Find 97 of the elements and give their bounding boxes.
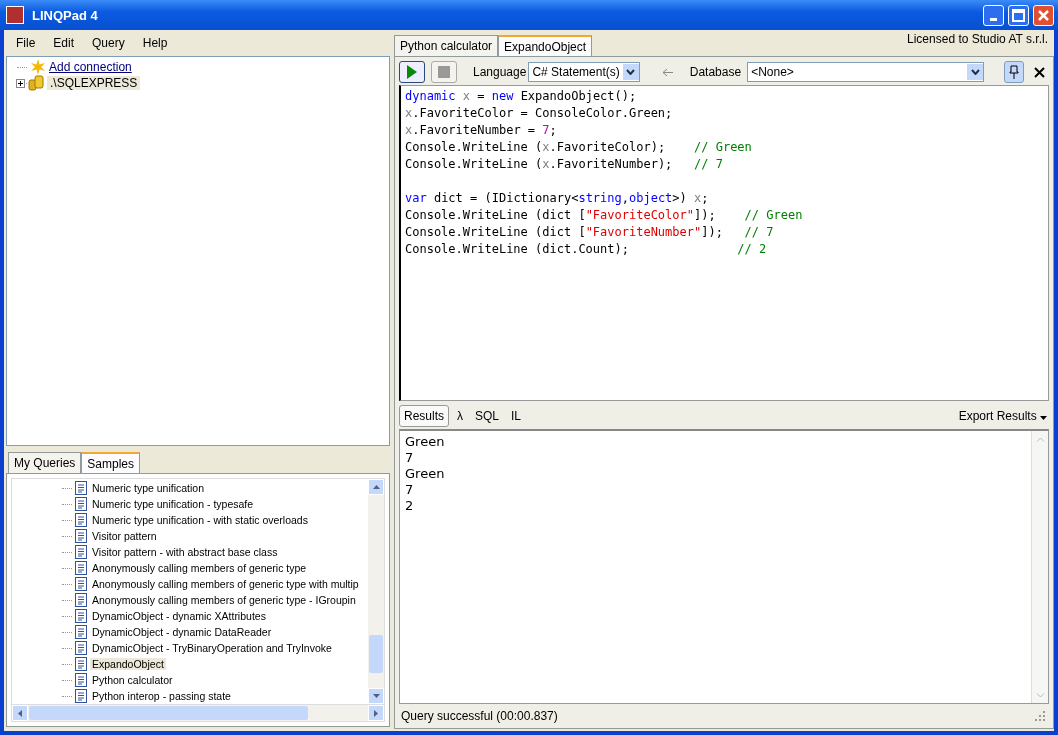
document-icon xyxy=(75,497,87,511)
document-icon xyxy=(75,577,87,591)
code-line: dynamic x = new ExpandoObject(); xyxy=(405,88,638,105)
result-line: 7 xyxy=(405,482,415,498)
result-line: 7 xyxy=(405,450,415,466)
query-tab[interactable]: Python calculator xyxy=(394,35,499,56)
results-tab[interactable]: λ xyxy=(453,406,467,426)
database-icon xyxy=(28,75,44,91)
tree-item[interactable]: Numeric type unification - with static overloads xyxy=(90,514,310,526)
code-line: x.FavoriteColor = ConsoleColor.Green; xyxy=(405,105,674,122)
document-icon xyxy=(75,657,87,671)
pin-button[interactable] xyxy=(1004,61,1024,83)
play-icon xyxy=(406,64,418,80)
results-tab[interactable]: IL xyxy=(507,406,526,426)
tree-item[interactable]: Visitor pattern - with abstract base class xyxy=(90,546,280,558)
expand-icon[interactable] xyxy=(16,78,25,88)
tree-item[interactable]: Python interop - passing state xyxy=(90,690,233,702)
result-line: 2 xyxy=(405,498,415,514)
document-icon xyxy=(75,689,87,703)
code-line: Console.WriteLine (dict.Count); // 2 xyxy=(405,241,768,258)
close-icon xyxy=(1038,9,1049,21)
horizontal-scrollbar[interactable] xyxy=(11,704,385,722)
tab[interactable]: Samples xyxy=(81,452,141,474)
code-line: Console.WriteLine (x.FavoriteColor); // Green xyxy=(405,139,753,156)
caret-icon xyxy=(1040,416,1047,420)
tab[interactable]: My Queries xyxy=(8,452,82,473)
caret-icon xyxy=(626,69,636,75)
tree-item[interactable]: Python calculator xyxy=(90,674,175,686)
document-icon xyxy=(75,481,87,495)
query-tab[interactable]: ExpandoObject xyxy=(498,35,593,57)
status-text: Query successful (00:00.837) xyxy=(401,709,558,723)
pin-icon xyxy=(1009,65,1019,79)
minimize-icon xyxy=(990,17,997,21)
run-button[interactable] xyxy=(399,61,425,83)
tree-item[interactable]: Anonymously calling members of generic type - IGroupin xyxy=(90,594,358,606)
code-editor[interactable] xyxy=(399,85,1049,401)
scroll-up-icon xyxy=(372,485,380,489)
language-label: Language xyxy=(473,65,527,79)
caret-icon xyxy=(970,69,980,75)
minimize-button[interactable] xyxy=(983,4,1004,26)
vertical-scrollbar[interactable] xyxy=(368,479,384,704)
tree-item[interactable]: Visitor pattern xyxy=(90,530,159,542)
language-dropdown[interactable]: C# Statement(s) xyxy=(528,62,640,82)
license-text: Licensed to Studio AT s.r.l. xyxy=(906,32,1049,48)
scroll-up-icon xyxy=(1035,436,1045,442)
menu-item[interactable]: Edit xyxy=(45,34,83,52)
database-dropdown[interactable]: <None> xyxy=(747,62,984,82)
code-line: Console.WriteLine (x.FavoriteNumber); // 7 xyxy=(405,156,724,173)
document-icon xyxy=(75,673,87,687)
menu-item[interactable]: Query xyxy=(84,34,133,52)
result-line: Green xyxy=(405,466,446,482)
menu-item[interactable]: Help xyxy=(134,34,176,52)
scroll-down-icon xyxy=(372,694,380,698)
tree-item[interactable]: DynamicObject - dynamic DataReader xyxy=(90,626,274,638)
close-icon xyxy=(1034,66,1045,78)
window-title: LINQPad 4 xyxy=(32,7,98,23)
document-icon xyxy=(75,625,87,639)
document-icon xyxy=(75,513,87,527)
tree-item[interactable]: Anonymously calling members of generic type with multip xyxy=(90,578,361,590)
scroll-left-icon xyxy=(18,709,22,717)
document-icon xyxy=(75,561,87,575)
results-tab[interactable]: Results xyxy=(399,405,449,427)
document-icon xyxy=(75,529,87,543)
result-line: Green xyxy=(405,434,446,450)
code-line: x.FavoriteNumber = 7; xyxy=(405,122,558,139)
vertical-scrollbar[interactable] xyxy=(1031,431,1048,703)
tree-item[interactable]: Numeric type unification xyxy=(90,482,207,494)
code-line: var dict = (IDictionary<string,object>) x; xyxy=(405,190,710,207)
export-results-button[interactable]: Export Results xyxy=(958,409,1049,423)
document-icon xyxy=(75,641,87,655)
tree-item[interactable]: Anonymously calling members of generic type xyxy=(90,562,309,574)
document-icon xyxy=(75,545,87,559)
scroll-down-icon xyxy=(1035,692,1045,698)
star-icon xyxy=(30,59,46,75)
tree-item[interactable]: Numeric type unification - typesafe xyxy=(90,498,256,510)
stop-button[interactable] xyxy=(431,61,457,83)
maximize-button[interactable] xyxy=(1008,4,1029,26)
results-tab[interactable]: SQL xyxy=(471,406,504,426)
tree-item[interactable]: ExpandoObject xyxy=(90,658,166,670)
scroll-thumb[interactable] xyxy=(29,706,308,720)
database-label: Database xyxy=(689,65,742,79)
tree-item[interactable]: .\SQLEXPRESS xyxy=(47,76,141,90)
resize-grip-icon xyxy=(1035,711,1045,721)
scroll-right-icon xyxy=(374,709,378,717)
arrow-left-icon xyxy=(661,67,674,77)
close-button[interactable] xyxy=(1033,4,1054,26)
scroll-thumb[interactable] xyxy=(369,635,383,673)
stop-icon xyxy=(438,66,450,78)
code-line: Console.WriteLine (dict ["FavoriteColor"]); // Green xyxy=(405,207,804,224)
code-line: Console.WriteLine (dict ["FavoriteNumber"]); // 7 xyxy=(405,224,775,241)
tree-item[interactable]: DynamicObject - TryBinaryOperation and TryInvoke xyxy=(90,642,334,654)
add-connection-link[interactable]: Add connection xyxy=(49,60,132,74)
document-icon xyxy=(75,609,87,623)
menu-item[interactable]: File xyxy=(8,34,44,52)
maximize-icon xyxy=(1012,8,1025,22)
tree-item[interactable]: DynamicObject - dynamic XAttributes xyxy=(90,610,268,622)
document-icon xyxy=(75,593,87,607)
